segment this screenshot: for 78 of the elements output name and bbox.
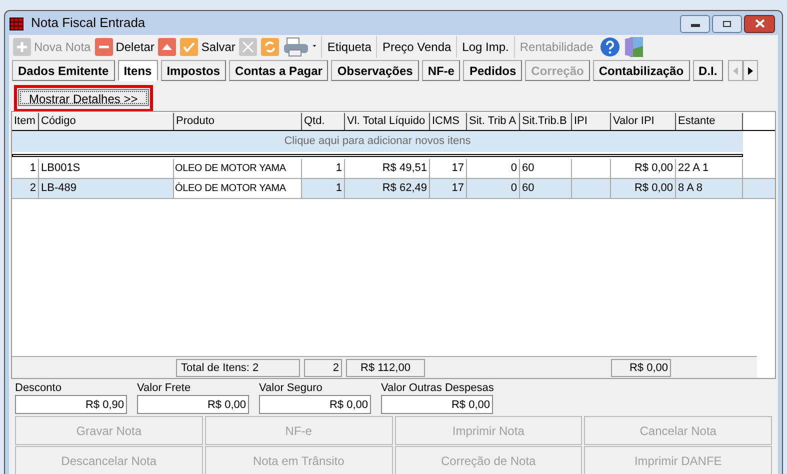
total-value: R$ 112,00	[346, 358, 425, 376]
table-row[interactable]: 2 LB-489 ÓLEO DE MOTOR YAMA 1 R$ 62,49 17 0 60 R$ 0,00 8 A 8	[12, 179, 775, 199]
plus-icon	[13, 38, 31, 56]
scroll-right-button[interactable]	[743, 60, 758, 81]
help-icon	[600, 37, 620, 57]
left-arrow-icon	[733, 66, 738, 74]
column-header[interactable]: Valor IPI	[611, 113, 676, 130]
toolbar-button[interactable]: Salvar	[178, 36, 238, 58]
column-header[interactable]: Sit.Trib.B	[520, 113, 572, 130]
total-quantity: 2	[304, 358, 342, 376]
field-label: Valor Frete	[137, 382, 192, 395]
column-header[interactable]: Código	[39, 113, 174, 130]
tab[interactable]: Impostos	[160, 60, 226, 81]
table-cell: 1	[302, 159, 345, 178]
toolbar-button[interactable]	[259, 36, 282, 58]
right-arrow-icon	[748, 66, 754, 74]
field-label: Valor Outras Despesas	[381, 382, 493, 395]
table-cell: 1	[302, 179, 345, 198]
total-ipi: R$ 0,00	[611, 358, 671, 376]
table-cell: R$ 49,51	[345, 159, 430, 178]
table-cell: 22 A 1	[676, 159, 743, 178]
toolbar-button[interactable]	[156, 36, 178, 58]
table-cell: 1	[12, 159, 39, 178]
check-icon	[180, 38, 198, 56]
door-icon	[624, 36, 644, 58]
toolbar-button[interactable]: Deletar	[92, 36, 156, 58]
amount-field[interactable]: R$ 0,90	[15, 395, 127, 414]
column-header[interactable]: Produto	[174, 113, 302, 130]
amount-field[interactable]: R$ 0,00	[381, 395, 493, 414]
table-row[interactable]: 1 LB001S OLEO DE MOTOR YAMA 1 R$ 49,51 17 0 60 R$ 0,00 22 A 1	[12, 159, 775, 179]
toolbar-button[interactable]: Preço Venda	[376, 36, 456, 58]
table-cell: R$ 0,00	[611, 179, 676, 198]
column-header[interactable]: Estante	[676, 113, 743, 130]
tab[interactable]: Pedidos	[463, 60, 522, 81]
close-icon	[754, 19, 764, 28]
table-cell: 0	[467, 179, 520, 198]
table-cell: 2	[12, 179, 39, 198]
minimize-button[interactable]	[680, 14, 710, 32]
add-items-row[interactable]: Clique aqui para adicionar novos itens	[12, 131, 743, 152]
column-header[interactable]: IPI	[572, 113, 611, 130]
table-cell: 8 A 8	[676, 179, 743, 198]
app-icon	[9, 15, 25, 31]
close-button[interactable]	[744, 14, 775, 32]
show-details-button[interactable]: Mostrar Detalhes >>	[18, 89, 149, 106]
table-cell: R$ 62,49	[345, 179, 430, 198]
cross-icon	[239, 38, 258, 56]
table-cell: ÓLEO DE MOTOR YAMA	[174, 179, 302, 198]
tab[interactable]: Contabilização	[592, 60, 690, 81]
table-cell: OLEO DE MOTOR YAMA	[174, 159, 302, 178]
tab[interactable]: Dados Emitente	[12, 60, 115, 81]
tab[interactable]: Contas a Pagar	[229, 60, 328, 81]
column-header[interactable]: Vl. Total Líquido	[345, 113, 430, 130]
minus-icon	[94, 38, 113, 56]
table-cell: 60	[520, 179, 572, 198]
amount-field[interactable]: R$ 0,00	[259, 395, 371, 414]
column-header[interactable]: Item	[12, 113, 39, 130]
toolbar-button[interactable]	[598, 36, 622, 58]
column-header[interactable]: Sit. Trib A	[467, 113, 520, 130]
total-items-label: Total de Itens: 2	[176, 358, 300, 376]
table-cell: R$ 0,00	[611, 159, 676, 178]
window-title: Nota Fiscal Entrada	[31, 14, 146, 32]
tab[interactable]: D.I.	[692, 60, 724, 81]
column-header[interactable]: ICMS	[430, 113, 467, 130]
table-cell: 60	[520, 159, 572, 178]
tab[interactable]: Itens	[118, 60, 158, 81]
table-cell: 17	[430, 159, 467, 178]
field-label: Desconto	[15, 382, 62, 395]
table-cell: 17	[430, 179, 467, 198]
table-cell: 0	[467, 159, 520, 178]
field-label: Valor Seguro	[259, 382, 324, 395]
column-header[interactable]: Qtd.	[302, 113, 345, 130]
tab[interactable]: NF-e	[422, 60, 460, 81]
toolbar-button[interactable]: Etiqueta	[321, 36, 376, 58]
tab[interactable]: Observações	[331, 60, 419, 81]
toolbar-button[interactable]: Log Imp.	[456, 36, 514, 58]
maximize-button[interactable]	[712, 14, 742, 32]
amount-field[interactable]: R$ 0,00	[137, 395, 249, 414]
refresh-icon	[261, 38, 280, 56]
